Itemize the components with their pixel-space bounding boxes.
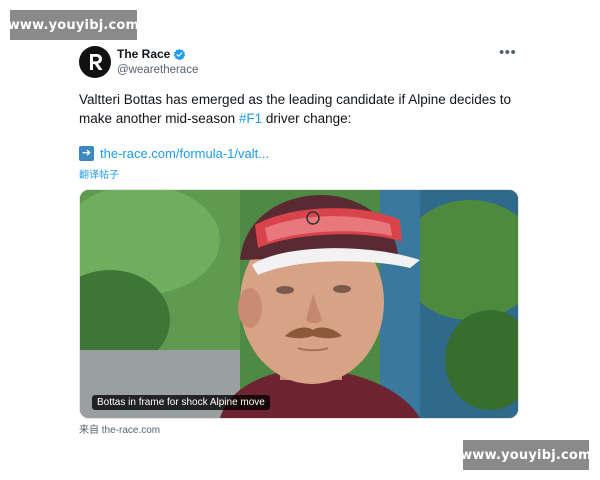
more-options-icon[interactable]: •••: [499, 45, 516, 60]
image-caption: Bottas in frame for shock Alpine move: [92, 395, 270, 410]
author-name[interactable]: The Race: [117, 47, 170, 61]
right-arrow-icon: ➜: [79, 146, 94, 161]
avatar[interactable]: [79, 46, 111, 78]
article-link[interactable]: the-race.com/formula-1/valt...: [100, 146, 269, 161]
driver-photo: [80, 190, 518, 418]
the-race-logo-icon: [90, 54, 103, 70]
author-handle[interactable]: @wearetherace: [117, 64, 198, 76]
translate-post-button[interactable]: 翻译帖子: [79, 166, 119, 181]
hashtag-link[interactable]: #F1: [239, 111, 262, 126]
tweet-text: Valtteri Bottas has emerged as the leadi…: [79, 92, 512, 126]
article-image[interactable]: Bottas in frame for shock Alpine move: [79, 189, 519, 419]
watermark-bottom: www.youyibj.com: [460, 440, 592, 470]
verified-badge-icon: [173, 48, 186, 61]
watermark-top: www.youyibj.com: [8, 10, 139, 40]
source-label[interactable]: 来自 the-race.com: [79, 421, 160, 436]
